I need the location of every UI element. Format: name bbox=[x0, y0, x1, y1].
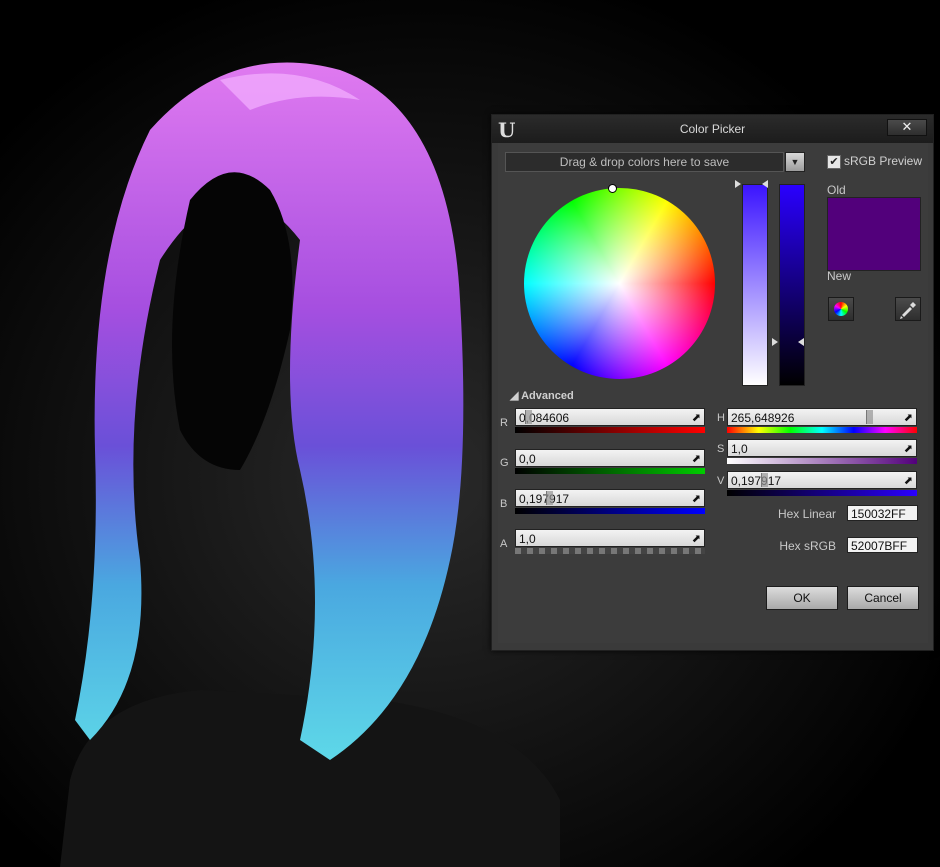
advanced-section-toggle[interactable]: ◢ Advanced bbox=[510, 389, 574, 402]
hex-srgb-label: Hex sRGB bbox=[779, 539, 836, 553]
green-value-field[interactable]: 0,0 ⬈ bbox=[515, 449, 705, 467]
value-slider-knob[interactable] bbox=[761, 473, 768, 487]
alpha-label: A bbox=[500, 538, 508, 550]
blue-gradient-strip bbox=[515, 508, 705, 514]
green-gradient-strip bbox=[515, 468, 705, 474]
value-value: 0,197917 bbox=[731, 474, 782, 488]
hue-gradient-strip bbox=[727, 427, 917, 433]
expand-arrow-icon: ⬈ bbox=[691, 453, 701, 465]
value-value-field[interactable]: 0,197917 ⬈ bbox=[727, 471, 917, 489]
saturation-value: 1,0 bbox=[731, 442, 748, 456]
srgb-preview-checkbox[interactable]: ✔ bbox=[827, 155, 841, 169]
close-button[interactable]: ✕ bbox=[887, 119, 927, 136]
red-value-field[interactable]: 0,084606 ⬈ bbox=[515, 408, 705, 426]
blue-label: B bbox=[500, 498, 508, 510]
green-value: 0,0 bbox=[519, 452, 536, 466]
value-slider[interactable] bbox=[779, 184, 805, 386]
hex-srgb-field[interactable]: 52007BFF bbox=[847, 537, 918, 553]
expand-arrow-icon: ⬈ bbox=[903, 475, 913, 487]
expand-arrow-icon: ⬈ bbox=[691, 493, 701, 505]
expand-arrow-icon: ⬈ bbox=[691, 533, 701, 545]
red-label: R bbox=[500, 417, 508, 429]
color-wheel-mode-button[interactable] bbox=[828, 297, 854, 321]
value-handle-right-icon[interactable] bbox=[798, 338, 804, 346]
color-wheel-icon bbox=[834, 302, 848, 316]
value-label: V bbox=[717, 475, 725, 487]
old-color-label: Old bbox=[827, 183, 846, 197]
cancel-button[interactable]: Cancel bbox=[847, 586, 919, 610]
hue-value-field[interactable]: 265,648926 ⬈ bbox=[727, 408, 917, 426]
color-wheel[interactable] bbox=[524, 188, 715, 379]
color-wheel-marker[interactable] bbox=[608, 184, 617, 193]
color-palette-dropzone[interactable]: Drag & drop colors here to save bbox=[505, 152, 784, 172]
blue-slider-knob[interactable] bbox=[546, 491, 553, 505]
blue-value-field[interactable]: 0,197917 ⬈ bbox=[515, 489, 705, 507]
expand-arrow-icon: ⬈ bbox=[903, 412, 913, 424]
ok-button[interactable]: OK bbox=[766, 586, 838, 610]
window-title: Color Picker bbox=[679, 122, 746, 136]
red-slider-knob[interactable] bbox=[525, 410, 532, 424]
hue-value: 265,648926 bbox=[731, 411, 795, 425]
title-bar[interactable]: U Color Picker ✕ bbox=[492, 115, 933, 143]
expand-arrow-icon: ⬈ bbox=[691, 412, 701, 424]
new-color-label: New bbox=[827, 269, 852, 283]
saturation-gradient-strip bbox=[727, 458, 917, 464]
hue-label: H bbox=[717, 412, 725, 424]
alpha-gradient-strip bbox=[515, 548, 705, 554]
expand-arrow-icon: ⬈ bbox=[903, 443, 913, 455]
hex-linear-label: Hex Linear bbox=[777, 507, 836, 521]
saturation-slider[interactable] bbox=[742, 184, 768, 386]
eyedropper-icon bbox=[900, 302, 916, 319]
palette-dropdown-button[interactable]: ▼ bbox=[785, 152, 805, 172]
green-label: G bbox=[500, 457, 509, 469]
dialog-body: Drag & drop colors here to save ▼ ✔ sRGB… bbox=[498, 143, 928, 643]
srgb-preview-label: sRGB Preview bbox=[844, 154, 923, 168]
saturation-value-field[interactable]: 1,0 ⬈ bbox=[727, 439, 917, 457]
saturation-label: S bbox=[717, 443, 725, 455]
red-gradient-strip bbox=[515, 427, 705, 433]
alpha-value: 1,0 bbox=[519, 532, 536, 546]
value-handle-left-icon[interactable] bbox=[772, 338, 778, 346]
saturation-handle-right-icon[interactable] bbox=[762, 180, 768, 188]
hex-linear-field[interactable]: 150032FF bbox=[847, 505, 918, 521]
blue-value: 0,197917 bbox=[519, 492, 570, 506]
old-new-color-swatch bbox=[827, 197, 921, 271]
alpha-value-field[interactable]: 1,0 ⬈ bbox=[515, 529, 705, 547]
value-gradient-strip bbox=[727, 490, 917, 496]
eyedropper-button[interactable] bbox=[895, 297, 921, 321]
hue-slider-knob[interactable] bbox=[866, 410, 873, 424]
color-picker-dialog: U Color Picker ✕ Drag & drop colors here… bbox=[491, 114, 934, 651]
saturation-handle-left-icon[interactable] bbox=[735, 180, 741, 188]
advanced-label: Advanced bbox=[521, 390, 574, 402]
